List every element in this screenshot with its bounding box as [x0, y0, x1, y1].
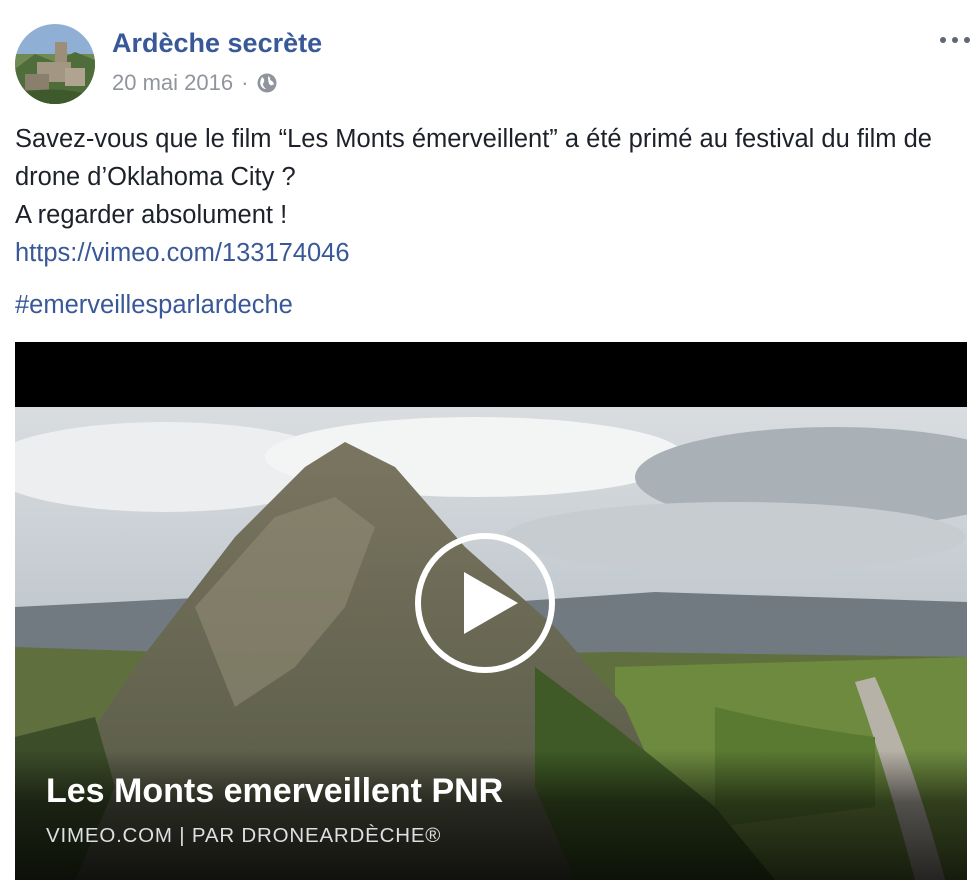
video-title[interactable]: Les Monts emerveillent PNR — [46, 772, 503, 811]
village-photo — [15, 24, 95, 104]
post-meta: 20 mai 2016 · — [112, 70, 278, 96]
play-icon[interactable] — [415, 533, 555, 673]
meta-separator: · — [241, 70, 249, 95]
globe-icon — [256, 72, 278, 94]
page-avatar[interactable] — [15, 24, 95, 104]
more-options-icon[interactable] — [940, 30, 970, 50]
post-text-line: Savez-vous que le film “Les Monts émerve… — [15, 125, 932, 191]
post-link[interactable]: https://vimeo.com/133174046 — [15, 239, 350, 267]
post-hashtag[interactable]: #emerveillesparlardeche — [15, 286, 293, 324]
page-name[interactable]: Ardèche secrète — [112, 28, 322, 59]
caption-overlay — [15, 750, 967, 880]
post-text-line: A regarder absolument ! — [15, 201, 288, 229]
video-source: VIMEO.COM | PAR DRONEARDÈCHE® — [46, 824, 442, 847]
post-message: Savez-vous que le film “Les Monts émerve… — [15, 120, 965, 272]
video-attachment[interactable]: Les Monts emerveillent PNR VIMEO.COM | P… — [15, 342, 967, 880]
post-date[interactable]: 20 mai 2016 — [112, 70, 233, 96]
